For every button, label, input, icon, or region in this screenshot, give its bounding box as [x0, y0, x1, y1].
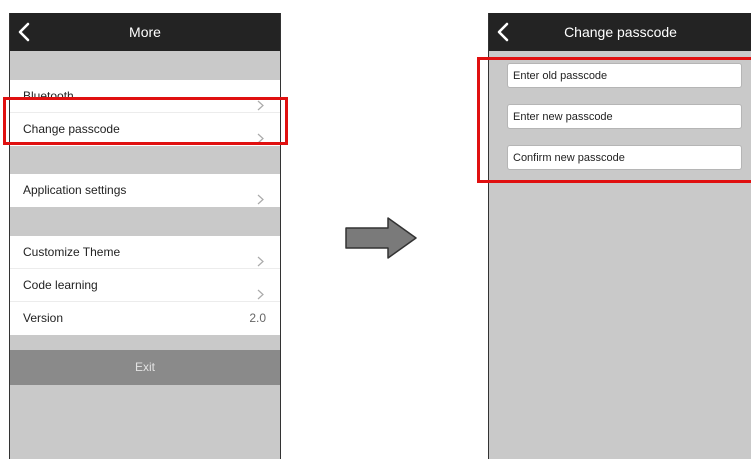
- chevron-right-icon: [257, 185, 264, 218]
- exit-button[interactable]: Exit: [10, 350, 280, 385]
- highlight-change-passcode: [3, 97, 288, 145]
- settings-group-2: Application settings: [10, 174, 280, 207]
- menu-item-application-settings[interactable]: Application settings: [10, 174, 280, 207]
- menu-item-label: Code learning: [23, 278, 98, 292]
- arrow-right-icon: [344, 216, 418, 265]
- version-value: 2.0: [249, 311, 266, 325]
- menu-item-version: Version 2.0: [10, 302, 280, 335]
- settings-group-3: Customize Theme Code learning Version 2.…: [10, 236, 280, 335]
- highlight-passcode-fields: [477, 57, 751, 183]
- more-screen: More Bluetooth Change passcode Applicati…: [9, 13, 281, 459]
- menu-item-label: Application settings: [23, 183, 127, 197]
- page-title: More: [129, 24, 161, 40]
- menu-item-code-learning[interactable]: Code learning: [10, 269, 280, 302]
- menu-item-label: Version: [23, 311, 64, 325]
- navbar: More: [10, 13, 280, 51]
- page-title: Change passcode: [564, 24, 677, 40]
- menu-item-label: Customize Theme: [23, 245, 121, 259]
- menu-item-customize-theme[interactable]: Customize Theme: [10, 236, 280, 269]
- navbar: Change passcode: [489, 13, 751, 51]
